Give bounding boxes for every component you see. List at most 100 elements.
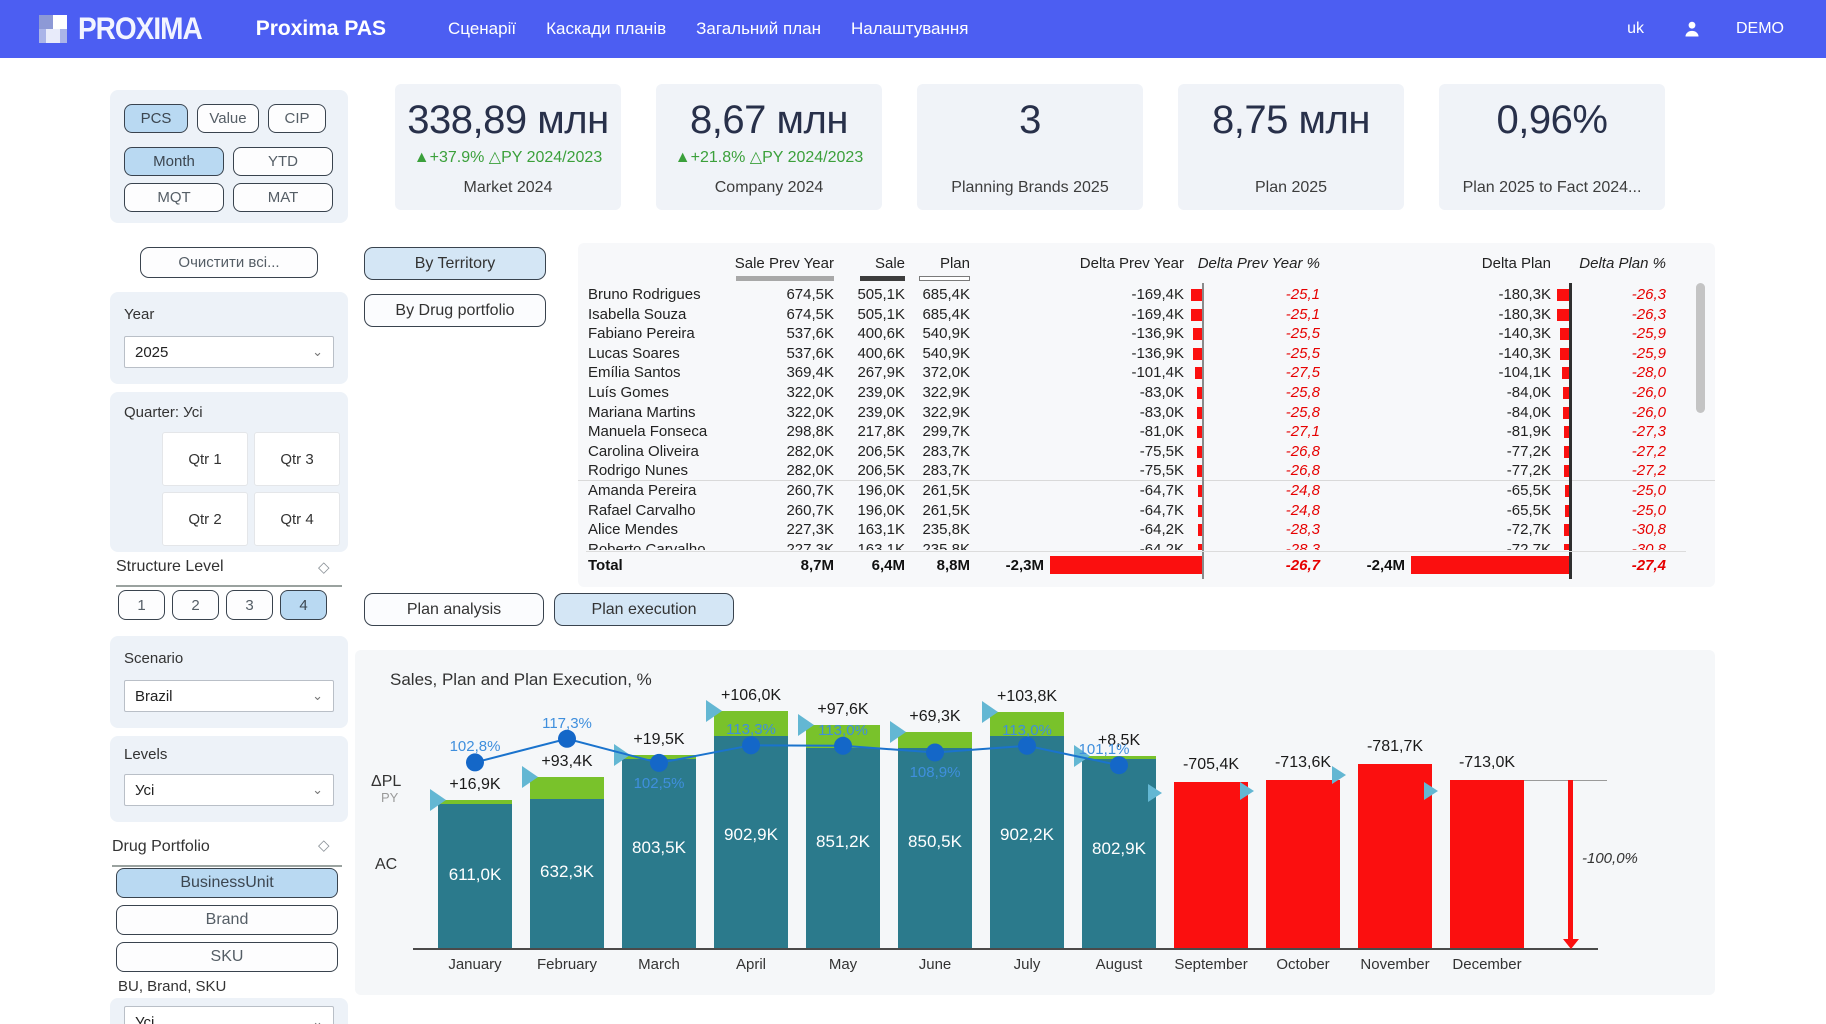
kpi-delta: ▲+37.9% △PY 2024/2023 (414, 147, 602, 167)
total-delta-plan: -2,4M (1325, 557, 1405, 574)
eraser-icon[interactable]: ◇ (318, 558, 330, 576)
row-plan: 685,4K (908, 286, 970, 303)
toggle-value[interactable]: Value (197, 104, 259, 133)
toggle-pcs[interactable]: PCS (124, 104, 188, 133)
row-sale: 505,1K (839, 306, 905, 323)
chevron-down-icon: ⌄ (312, 688, 323, 704)
toggle-mat[interactable]: MAT (233, 183, 333, 212)
table-row[interactable]: Rodrigo Nunes282,0K206,5K283,7K-75,5K-26… (578, 461, 1715, 481)
table-row[interactable]: Luís Gomes322,0K239,0K322,9K-83,0K-25,8-… (578, 383, 1715, 403)
quarter-button-qtr1[interactable]: Qtr 1 (162, 432, 248, 486)
kpi-label: Planning Brands 2025 (951, 179, 1108, 197)
row-delta-prev-year: -101,4K (1084, 364, 1184, 381)
bu-brand-sku-label: BU, Brand, SKU (118, 978, 226, 995)
nav-right: uk DEMO (1627, 19, 1784, 39)
table-row[interactable]: Mariana Martins322,0K239,0K322,9K-83,0K-… (578, 403, 1715, 423)
table-row[interactable]: Amanda Pereira260,7K196,0K261,5K-64,7K-2… (578, 481, 1715, 501)
nav-item-4[interactable]: Налаштування (851, 19, 969, 39)
quarter-button-qtr4[interactable]: Qtr 4 (254, 492, 340, 546)
row-delta-plan-pct: -30,8 (1586, 541, 1666, 550)
structure-level-button-2[interactable]: 2 (172, 590, 219, 620)
chart-button-plan-analysis[interactable]: Plan analysis (364, 593, 544, 626)
user-name[interactable]: DEMO (1736, 20, 1784, 38)
row-plan: 299,7K (908, 423, 970, 440)
table-row[interactable]: Emília Santos369,4K267,9K372,0K-101,4K-2… (578, 363, 1715, 383)
language-switcher[interactable]: uk (1627, 20, 1644, 38)
view-button-by-territory[interactable]: By Territory (364, 247, 546, 280)
row-plan: 283,7K (908, 443, 970, 460)
drug-portfolio-label: Drug Portfolio (112, 838, 210, 856)
nav-menu: Сценарії Каскади планів Загальний план Нала… (448, 19, 968, 39)
levels-select[interactable]: Усі⌄ (124, 774, 334, 806)
drug-portfolio-button-businessunit[interactable]: BusinessUnit (116, 868, 338, 898)
table-scrollbar[interactable] (1696, 283, 1705, 413)
row-delta-prev-year: -64,2K (1084, 521, 1184, 538)
month-label-january: January (429, 956, 521, 973)
structure-level-button-1[interactable]: 1 (118, 590, 165, 620)
levels-select-value: Усі (135, 782, 154, 799)
quarter-panel: Quarter: УсіQtr 1Qtr 3Qtr 2Qtr 4 (110, 392, 348, 552)
row-delta-prev-year: -83,0K (1084, 404, 1184, 421)
toggle-ytd[interactable]: YTD (233, 147, 333, 176)
levels-label: Levels (124, 746, 167, 763)
table-row[interactable]: Manuela Fonseca298,8K217,8K299,7K-81,0K-… (578, 422, 1715, 442)
kpi-card-2: 8,67 млн▲+21.8% △PY 2024/2023Company 202… (656, 84, 882, 210)
row-delta-prev-year-bar (1191, 309, 1202, 321)
table-row[interactable]: Rafael Carvalho260,7K196,0K261,5K-64,7K-… (578, 501, 1715, 521)
legend-mark-plan (919, 276, 970, 281)
eraser-icon[interactable]: ◇ (318, 836, 330, 854)
year-select[interactable]: 2025⌄ (124, 336, 334, 368)
nav-item-1[interactable]: Сценарії (448, 19, 516, 39)
marker-triangle-icon (982, 701, 998, 723)
row-delta-prev-year: -64,2K (1084, 541, 1184, 550)
nav-item-3[interactable]: Загальний план (696, 19, 821, 39)
scenario-select-value: Brazil (135, 688, 173, 705)
quarter-button-qtr2[interactable]: Qtr 2 (162, 492, 248, 546)
nav-item-2[interactable]: Каскади планів (546, 19, 666, 39)
row-delta-prev-year-bar (1193, 328, 1202, 340)
structure-level-button-4[interactable]: 4 (280, 590, 327, 620)
toggle-cip[interactable]: CIP (268, 104, 326, 133)
row-delta-plan-bar (1560, 348, 1569, 360)
drug-portfolio-button-brand[interactable]: Brand (116, 905, 338, 935)
structure-level-button-3[interactable]: 3 (226, 590, 273, 620)
chart-button-plan-execution[interactable]: Plan execution (554, 593, 734, 626)
row-sale: 267,9K (839, 364, 905, 381)
miss-value-label: -713,0K (1437, 754, 1537, 772)
row-plan: 235,8K (908, 521, 970, 538)
marker-triangle-icon (706, 700, 722, 722)
quarter-button-qtr3[interactable]: Qtr 3 (254, 432, 340, 486)
table-row[interactable]: Fabiano Pereira537,6K400,6K540,9K-136,9K… (578, 324, 1715, 344)
view-button-by-drug-portfolio[interactable]: By Drug portfolio (364, 294, 546, 327)
bu-brand-sku-panel: Усі⌄ (110, 998, 348, 1024)
user-icon[interactable] (1682, 19, 1702, 39)
structure-level-label: Structure Level (116, 558, 224, 576)
marker-triangle-icon (1424, 782, 1438, 800)
execution-pct-label: 108,9% (895, 764, 975, 781)
clear-all-button[interactable]: Очистити всі... (140, 247, 318, 278)
row-delta-prev-year-pct: -25,5 (1240, 345, 1320, 362)
table-row[interactable]: Bruno Rodrigues674,5K505,1K685,4K-169,4K… (578, 285, 1715, 305)
row-sale-prev-year: 674,5K (754, 306, 834, 323)
delta-plan-axis (1569, 283, 1572, 579)
table-row[interactable]: Carolina Oliveira282,0K206,5K283,7K-75,5… (578, 442, 1715, 462)
row-delta-plan: -65,5K (1451, 482, 1551, 499)
table-row[interactable]: Roberto Carvalho227,3K163,1K235,8K-64,2K… (578, 540, 1715, 550)
month-label-november: November (1349, 956, 1441, 973)
row-sale: 239,0K (839, 404, 905, 421)
month-label-february: February (521, 956, 613, 973)
table-row[interactable]: Lucas Soares537,6K400,6K540,9K-136,9K-25… (578, 344, 1715, 364)
toggle-month[interactable]: Month (124, 147, 224, 176)
row-plan: 322,9K (908, 384, 970, 401)
table-row[interactable]: Isabella Souza674,5K505,1K685,4K-169,4K-… (578, 305, 1715, 325)
row-delta-prev-year-pct: -27,1 (1240, 423, 1320, 440)
row-plan: 540,9K (908, 345, 970, 362)
bu-brand-sku-select[interactable]: Усі⌄ (124, 1006, 334, 1024)
toggle-mqt[interactable]: MQT (124, 183, 224, 212)
kpi-card-1: 338,89 млн▲+37.9% △PY 2024/2023Market 20… (395, 84, 621, 210)
row-delta-plan-pct: -26,3 (1586, 286, 1666, 303)
scenario-select[interactable]: Brazil ⌄ (124, 680, 334, 712)
drug-portfolio-button-sku[interactable]: SKU (116, 942, 338, 972)
scenario-panel: ScenarioBrazil⌄ (110, 636, 348, 728)
table-row[interactable]: Alice Mendes227,3K163,1K235,8K-64,2K-28,… (578, 520, 1715, 540)
